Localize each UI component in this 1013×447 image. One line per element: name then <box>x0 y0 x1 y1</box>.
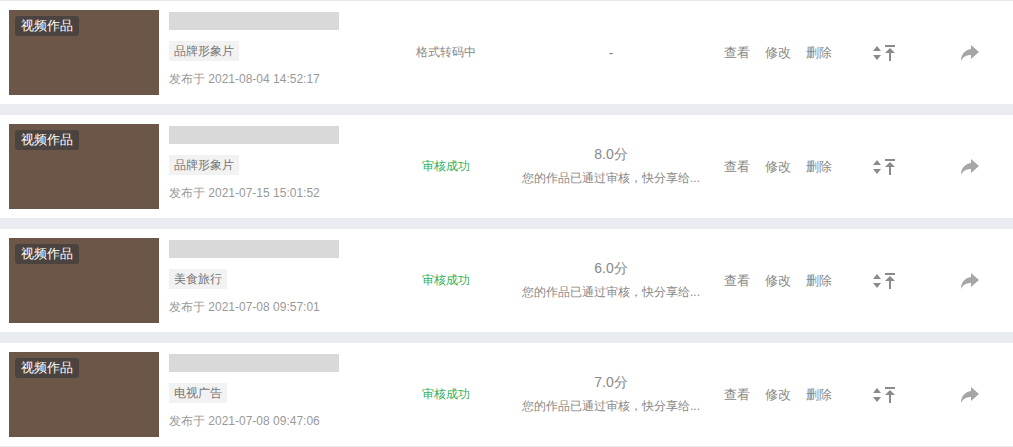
works-list: 视频作品 品牌形象片 发布于 2021-08-04 14:52:17 格式转码中… <box>0 0 1013 447</box>
row-actions: 查看修改删除 <box>724 386 832 404</box>
share-button[interactable] <box>960 386 980 404</box>
action-link[interactable]: 查看 <box>724 272 750 290</box>
work-row: 视频作品 品牌形象片 发布于 2021-07-15 15:01:52 审核成功 … <box>0 115 1013 218</box>
action-link[interactable]: 查看 <box>724 158 750 176</box>
action-link[interactable]: 修改 <box>765 158 791 176</box>
action-link[interactable]: 修改 <box>765 272 791 290</box>
review-note: 您的作品已通过审核，快分享给... <box>522 398 700 415</box>
work-info: 品牌形象片 发布于 2021-07-15 15:01:52 <box>169 124 379 209</box>
work-row: 视频作品 品牌形象片 发布于 2021-08-04 14:52:17 格式转码中… <box>0 1 1013 104</box>
video-badge: 视频作品 <box>15 244 79 264</box>
score-column: 7.0分 您的作品已通过审核，快分享给... <box>513 374 709 415</box>
share-button[interactable] <box>960 44 980 62</box>
work-row: 视频作品 电视广告 发布于 2021-07-08 09:47:06 审核成功 7… <box>0 343 1013 446</box>
sort-control[interactable] <box>872 44 898 62</box>
sort-top-icon[interactable] <box>872 386 898 404</box>
sort-control[interactable] <box>872 272 898 290</box>
video-thumbnail[interactable]: 视频作品 <box>9 352 159 437</box>
share-icon <box>960 386 980 404</box>
action-link[interactable]: 修改 <box>765 44 791 62</box>
share-icon <box>960 44 980 62</box>
action-link[interactable]: 删除 <box>806 386 832 404</box>
review-status: 格式转码中 <box>379 44 513 61</box>
redacted-title <box>169 354 339 372</box>
publish-date: 发布于 2021-07-15 15:01:52 <box>169 185 320 201</box>
category-tag: 品牌形象片 <box>169 155 239 175</box>
score: - <box>609 45 614 61</box>
redacted-title <box>169 126 339 144</box>
review-status: 审核成功 <box>379 272 513 289</box>
sort-control[interactable] <box>872 386 898 404</box>
score: 7.0分 <box>594 374 627 392</box>
sort-top-icon[interactable] <box>872 158 898 176</box>
publish-date: 发布于 2021-07-08 09:57:01 <box>169 299 320 315</box>
review-note: 您的作品已通过审核，快分享给... <box>522 284 700 301</box>
sort-top-icon[interactable] <box>872 44 898 62</box>
category-tag: 电视广告 <box>169 383 227 403</box>
action-link[interactable]: 删除 <box>806 272 832 290</box>
publish-date: 发布于 2021-07-08 09:47:06 <box>169 413 320 429</box>
review-status: 审核成功 <box>379 386 513 403</box>
work-info: 电视广告 发布于 2021-07-08 09:47:06 <box>169 352 379 437</box>
row-actions: 查看修改删除 <box>724 272 832 290</box>
sort-top-icon[interactable] <box>872 272 898 290</box>
review-status: 审核成功 <box>379 158 513 175</box>
video-badge: 视频作品 <box>15 358 79 378</box>
share-button[interactable] <box>960 158 980 176</box>
row-actions: 查看修改删除 <box>724 44 832 62</box>
share-button[interactable] <box>960 272 980 290</box>
score: 6.0分 <box>594 260 627 278</box>
action-link[interactable]: 删除 <box>806 44 832 62</box>
video-thumbnail[interactable]: 视频作品 <box>9 124 159 209</box>
share-icon <box>960 158 980 176</box>
review-note: 您的作品已通过审核，快分享给... <box>522 170 700 187</box>
score: 8.0分 <box>594 146 627 164</box>
action-link[interactable]: 删除 <box>806 158 832 176</box>
category-tag: 品牌形象片 <box>169 41 239 61</box>
category-tag: 美食旅行 <box>169 269 227 289</box>
share-icon <box>960 272 980 290</box>
work-info: 品牌形象片 发布于 2021-08-04 14:52:17 <box>169 10 379 95</box>
redacted-title <box>169 12 339 30</box>
action-link[interactable]: 修改 <box>765 386 791 404</box>
video-thumbnail[interactable]: 视频作品 <box>9 10 159 95</box>
action-link[interactable]: 查看 <box>724 386 750 404</box>
row-actions: 查看修改删除 <box>724 158 832 176</box>
work-info: 美食旅行 发布于 2021-07-08 09:57:01 <box>169 238 379 323</box>
redacted-title <box>169 240 339 258</box>
sort-control[interactable] <box>872 158 898 176</box>
publish-date: 发布于 2021-08-04 14:52:17 <box>169 71 320 87</box>
video-badge: 视频作品 <box>15 130 79 150</box>
score-column: 6.0分 您的作品已通过审核，快分享给... <box>513 260 709 301</box>
action-link[interactable]: 查看 <box>724 44 750 62</box>
video-thumbnail[interactable]: 视频作品 <box>9 238 159 323</box>
score-column: - <box>513 45 709 61</box>
work-row: 视频作品 美食旅行 发布于 2021-07-08 09:57:01 审核成功 6… <box>0 229 1013 332</box>
score-column: 8.0分 您的作品已通过审核，快分享给... <box>513 146 709 187</box>
video-badge: 视频作品 <box>15 16 79 36</box>
